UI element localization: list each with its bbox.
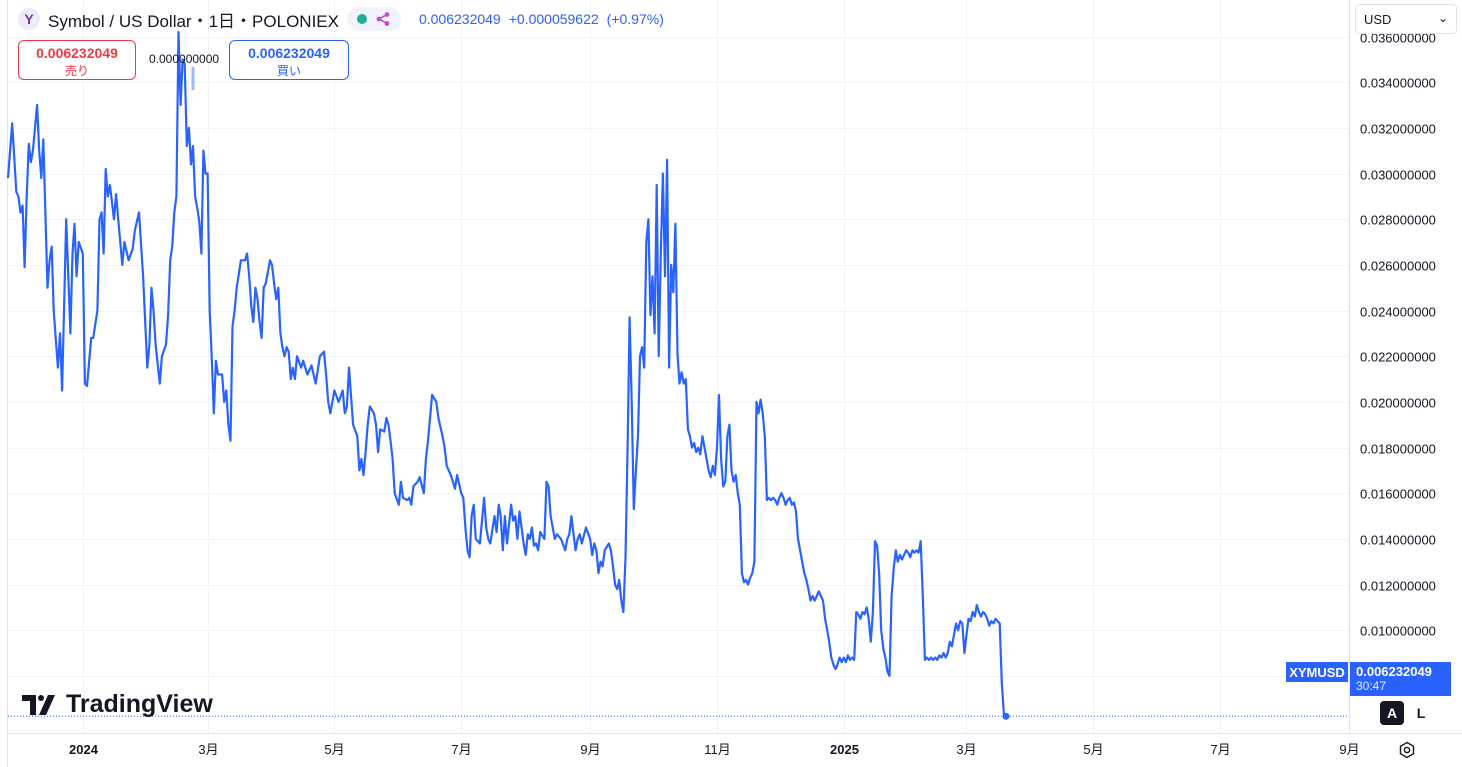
last-price: 0.006232049 — [418, 11, 501, 27]
time-axis-labels[interactable]: 2024 3月 5月 7月 9月 11月 2025 3月 5月 7月 9月 — [69, 742, 1360, 757]
price-axis-labels[interactable]: 0.0080000000.0100000000.0120000000.01400… — [1360, 31, 1436, 685]
currency-select[interactable]: USD ⌄ — [1355, 4, 1457, 34]
sell-button[interactable]: 0.006232049 売り — [18, 40, 136, 80]
x-tick-label: 2024 — [69, 742, 99, 757]
price-change: +0.000059622 — [508, 11, 599, 27]
chevron-down-icon: ⌄ — [1437, 11, 1448, 25]
share-node-icon — [376, 12, 390, 26]
x-tick-label: 3月 — [956, 742, 976, 757]
x-tick-label: 2025 — [830, 742, 859, 757]
bar-countdown: 30:47 — [1356, 679, 1387, 693]
market-open-dot-icon — [356, 14, 367, 24]
spread-value: 0.000000000 — [149, 52, 220, 66]
x-tick-label: 9月 — [1339, 742, 1359, 757]
y-tick-label: 0.014000000 — [1360, 533, 1436, 548]
ohlc-values: 0.006232049 +0.000059622 (+0.97%) — [419, 11, 664, 27]
y-tick-label: 0.012000000 — [1360, 579, 1436, 594]
y-tick-label: 0.022000000 — [1360, 350, 1436, 365]
price-chart[interactable]: 0.0080000000.0100000000.0120000000.01400… — [0, 0, 1462, 767]
x-tick-label: 9月 — [580, 742, 600, 757]
tradingview-mark-icon — [22, 694, 55, 715]
market-status[interactable] — [346, 7, 401, 31]
buy-button[interactable]: 0.006232049 買い — [229, 40, 349, 80]
symbol-title[interactable]: Symbol / US Dollar・1日・POLONIEX — [48, 7, 339, 32]
x-tick-label: 11月 — [704, 742, 731, 757]
price-series-line — [6, 30, 1007, 718]
x-tick-label: 7月 — [451, 742, 471, 757]
x-tick-label: 5月 — [1083, 742, 1103, 757]
sell-label: 売り — [64, 64, 89, 78]
current-price-tag: 0.006232049 30:47 — [1350, 662, 1451, 696]
buy-label: 買い — [276, 64, 301, 78]
y-tick-label: 0.028000000 — [1360, 213, 1436, 228]
y-tick-label: 0.026000000 — [1360, 259, 1436, 274]
y-tick-label: 0.020000000 — [1360, 396, 1436, 411]
current-price-value: 0.006232049 — [1356, 664, 1432, 679]
y-tick-label: 0.032000000 — [1360, 122, 1436, 137]
y-tick-label: 0.034000000 — [1360, 76, 1436, 91]
tradingview-logo[interactable]: TradingView — [22, 690, 213, 719]
y-tick-label: 0.010000000 — [1360, 624, 1436, 639]
buy-price: 0.006232049 — [248, 45, 330, 61]
auto-scale-button[interactable]: A — [1380, 701, 1404, 725]
y-tick-label: 0.018000000 — [1360, 442, 1436, 457]
price-change-percent: (+0.97%) — [606, 11, 664, 27]
last-price-dot — [1002, 712, 1010, 720]
x-tick-label: 7月 — [1210, 742, 1230, 757]
currency-value: USD — [1364, 12, 1392, 27]
x-tick-label: 5月 — [324, 742, 344, 757]
symbol-logo-icon: Y — [18, 8, 40, 30]
symbol-price-tag: XYMUSD — [1286, 662, 1348, 682]
tradingview-wordmark: TradingView — [66, 690, 213, 718]
settings-gear-icon[interactable] — [1397, 740, 1417, 760]
symbol-header: Y Symbol / US Dollar・1日・POLONIEX 0.00623… — [18, 6, 664, 32]
series-layer — [6, 30, 1007, 718]
x-tick-label: 3月 — [198, 742, 218, 757]
y-tick-label: 0.024000000 — [1360, 305, 1436, 320]
y-tick-label: 0.016000000 — [1360, 487, 1436, 502]
y-tick-label: 0.030000000 — [1360, 168, 1436, 183]
sell-price: 0.006232049 — [36, 45, 118, 61]
log-scale-button[interactable]: L — [1409, 701, 1433, 725]
